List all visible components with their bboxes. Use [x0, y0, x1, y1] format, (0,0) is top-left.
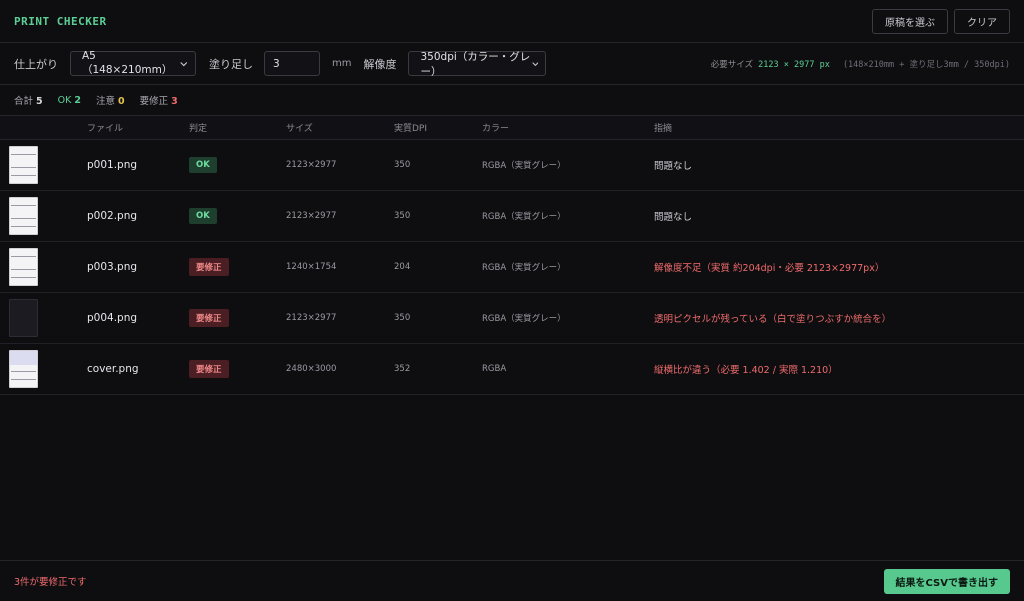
export-csv-button[interactable]: 結果をCSVで書き出す: [883, 568, 1010, 594]
resolution-label: 解像度: [363, 57, 397, 71]
chevron-down-icon: [532, 61, 539, 66]
required-size-detail: (148×210mm + 塗り足し3mm / 350dpi): [842, 59, 1010, 70]
color-mode: RGBA（実質グレー）: [482, 263, 566, 273]
required-height: 2977 px: [793, 59, 830, 70]
effective-dpi: 350: [394, 160, 411, 170]
color-mode: RGBA（実質グレー）: [482, 161, 566, 171]
resolution-select[interactable]: 350dpi（カラー・グレー）: [408, 50, 547, 78]
summary-bad: 要修正 3: [139, 96, 178, 107]
table-row[interactable]: p002.png OK 2123×2977 350 RGBA（実質グレー） 問題…: [0, 191, 1024, 242]
status-badge: 要修正: [189, 309, 229, 327]
file-name: p002.png: [87, 210, 138, 222]
header-note: 指摘: [654, 124, 673, 134]
finish-size-value: A5（148×210mm）: [82, 50, 173, 76]
table-row[interactable]: p004.png 要修正 2123×2977 350 RGBA（実質グレー） 透…: [0, 293, 1024, 344]
header-file: ファイル: [87, 124, 124, 134]
results-table: ファイル 判定 サイズ 実質DPI カラー 指摘 p001.png OK 212…: [0, 116, 1024, 395]
effective-dpi: 350: [394, 313, 411, 323]
finish-size-select[interactable]: A5（148×210mm）: [70, 50, 196, 76]
summary-total: 合計 5: [14, 96, 43, 107]
page-thumbnail: [9, 299, 38, 337]
footer-bar: 3件が要修正です 結果をCSVで書き出す: [0, 560, 1024, 601]
page-thumbnail: [9, 350, 38, 388]
table-row[interactable]: p001.png OK 2123×2977 350 RGBA（実質グレー） 問題…: [0, 140, 1024, 191]
footer-status: 3件が要修正です: [14, 577, 87, 588]
summary-ok: OK 2: [57, 94, 81, 106]
finish-label: 仕上がり: [14, 57, 58, 71]
file-name: cover.png: [87, 363, 139, 375]
page-thumbnail: [9, 146, 38, 184]
effective-dpi: 204: [394, 262, 411, 272]
clear-button[interactable]: クリア: [954, 8, 1010, 34]
status-badge: OK: [189, 157, 217, 173]
status-badge: OK: [189, 208, 217, 224]
status-badge: 要修正: [189, 360, 229, 378]
effective-dpi: 350: [394, 211, 411, 221]
bleed-input[interactable]: 3: [264, 51, 320, 76]
app-title: PRINT CHECKER: [14, 14, 107, 28]
effective-dpi: 352: [394, 364, 411, 374]
image-size: 1240×1754: [286, 262, 337, 272]
image-size: 2123×2977: [286, 313, 337, 323]
file-name: p003.png: [87, 261, 138, 273]
header-judge: 判定: [189, 124, 208, 134]
issue-note: 問題なし: [654, 161, 693, 172]
issue-note: 透明ピクセルが残っている（白で塗りつぶすか統合を）: [654, 314, 892, 325]
chevron-down-icon: [180, 61, 188, 66]
status-badge: 要修正: [189, 258, 229, 276]
bleed-label: 塗り足し: [209, 57, 253, 71]
table-row[interactable]: cover.png 要修正 2480×3000 352 RGBA 縦横比が違う（…: [0, 344, 1024, 395]
header-actions: 原稿を選ぶ クリア: [872, 8, 1010, 34]
file-name: p004.png: [87, 312, 138, 324]
header-size: サイズ: [286, 124, 313, 134]
choose-file-button[interactable]: 原稿を選ぶ: [872, 8, 948, 34]
header-color: カラー: [482, 124, 510, 134]
image-size: 2480×3000: [286, 364, 337, 374]
summary-warn: 注意 0: [95, 96, 125, 107]
color-mode: RGBA: [482, 364, 507, 374]
required-size-label: 必要サイズ: [710, 59, 753, 70]
image-size: 2123×2977: [286, 211, 337, 221]
summary-bar: 合計 5 OK 2 注意 0 要修正 3: [0, 85, 1024, 116]
issue-note: 解像度不足（実質 約204dpi・必要 2123×2977px）: [654, 263, 885, 274]
required-times: ×: [783, 59, 789, 70]
required-width: 2123: [758, 59, 779, 70]
bleed-unit: mm: [332, 58, 352, 69]
page-thumbnail: [9, 197, 38, 235]
table-header: ファイル 判定 サイズ 実質DPI カラー 指摘: [0, 116, 1024, 140]
app-header: PRINT CHECKER 原稿を選ぶ クリア: [0, 0, 1024, 43]
file-name: p001.png: [87, 159, 138, 171]
header-dpi: 実質DPI: [394, 124, 428, 134]
color-mode: RGBA（実質グレー）: [482, 212, 566, 222]
image-size: 2123×2977: [286, 160, 337, 170]
table-row[interactable]: p003.png 要修正 1240×1754 204 RGBA（実質グレー） 解…: [0, 242, 1024, 293]
required-size-info: 必要サイズ 2123 × 2977 px (148×210mm + 塗り足し3m…: [711, 58, 1010, 70]
page-thumbnail: [9, 248, 38, 286]
color-mode: RGBA（実質グレー）: [482, 314, 566, 324]
issue-note: 縦横比が違う（必要 1.402 / 実際 1.210）: [654, 365, 838, 376]
resolution-value: 350dpi（カラー・グレー）: [420, 50, 531, 78]
settings-bar: 仕上がり A5（148×210mm） 塗り足し 3 mm 解像度 350dpi（…: [0, 43, 1024, 85]
issue-note: 問題なし: [654, 212, 693, 223]
